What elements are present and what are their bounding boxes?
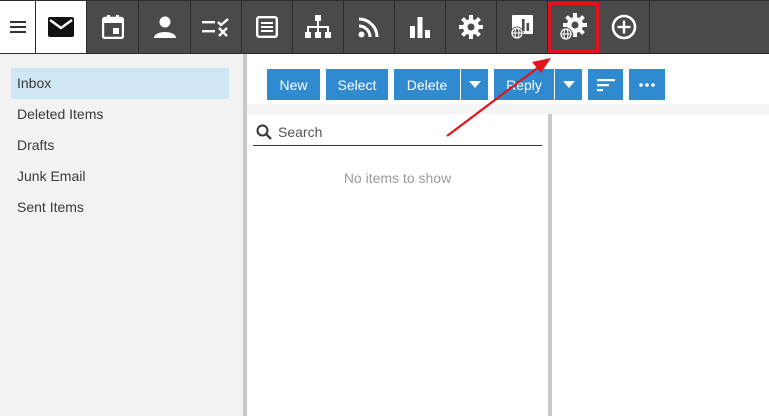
mail-icon: [48, 17, 74, 37]
rss-icon: [358, 17, 379, 38]
app-mail-button[interactable]: [36, 1, 87, 53]
search-icon: [256, 124, 272, 140]
folder-drafts[interactable]: Drafts: [11, 130, 229, 161]
add-circle-icon: [611, 14, 637, 40]
web-gear-icon: [559, 13, 587, 41]
empty-list-message: No items to show: [343, 170, 452, 186]
app-web-reports-button[interactable]: [497, 1, 548, 53]
bar-chart-icon: [410, 17, 430, 38]
app-reports-button[interactable]: [395, 1, 446, 53]
app-people-button[interactable]: [140, 1, 191, 53]
message-list-pane: No items to show: [247, 114, 548, 416]
app-settings-button[interactable]: [446, 1, 497, 53]
org-chart-icon: [305, 15, 331, 38]
app-notes-button[interactable]: [242, 1, 293, 53]
app-tasks-button[interactable]: [191, 1, 242, 53]
reading-pane: [552, 114, 769, 416]
folder-deleted-items[interactable]: Deleted Items: [11, 99, 229, 130]
app-rss-button[interactable]: [344, 1, 395, 53]
delete-button[interactable]: Delete: [394, 69, 460, 100]
select-button[interactable]: Select: [326, 69, 388, 100]
app-org-chart-button[interactable]: [293, 1, 344, 53]
reply-button[interactable]: Reply: [494, 69, 554, 100]
search-input[interactable]: [278, 123, 528, 140]
hamburger-icon: [9, 21, 26, 33]
gear-icon: [459, 15, 483, 39]
app-calendar-button[interactable]: [88, 1, 139, 53]
app-bar: [0, 0, 769, 54]
folder-inbox[interactable]: Inbox: [11, 68, 229, 99]
app-web-settings-button[interactable]: [548, 1, 599, 53]
tasks-icon: [202, 18, 229, 37]
app-add-button[interactable]: [599, 1, 650, 53]
person-icon: [154, 16, 176, 38]
folder-pane: Inbox Deleted Items Drafts Junk Email Se…: [0, 54, 243, 416]
folder-junk-email[interactable]: Junk Email: [11, 161, 229, 192]
more-options-button[interactable]: [629, 69, 665, 100]
calendar-icon: [102, 15, 124, 39]
toolbar-separator: [247, 104, 769, 114]
web-report-icon: [510, 15, 533, 40]
hamburger-menu-button[interactable]: [0, 1, 36, 53]
delete-dropdown-button[interactable]: [461, 69, 488, 100]
search-bar: [253, 118, 542, 146]
notes-icon: [256, 16, 278, 38]
new-button[interactable]: New: [267, 69, 320, 100]
more-icon: [639, 82, 655, 87]
sort-icon: [596, 78, 615, 91]
sort-button[interactable]: [588, 69, 623, 100]
reply-dropdown-button[interactable]: [555, 69, 582, 100]
folder-sent-items[interactable]: Sent Items: [11, 192, 229, 223]
